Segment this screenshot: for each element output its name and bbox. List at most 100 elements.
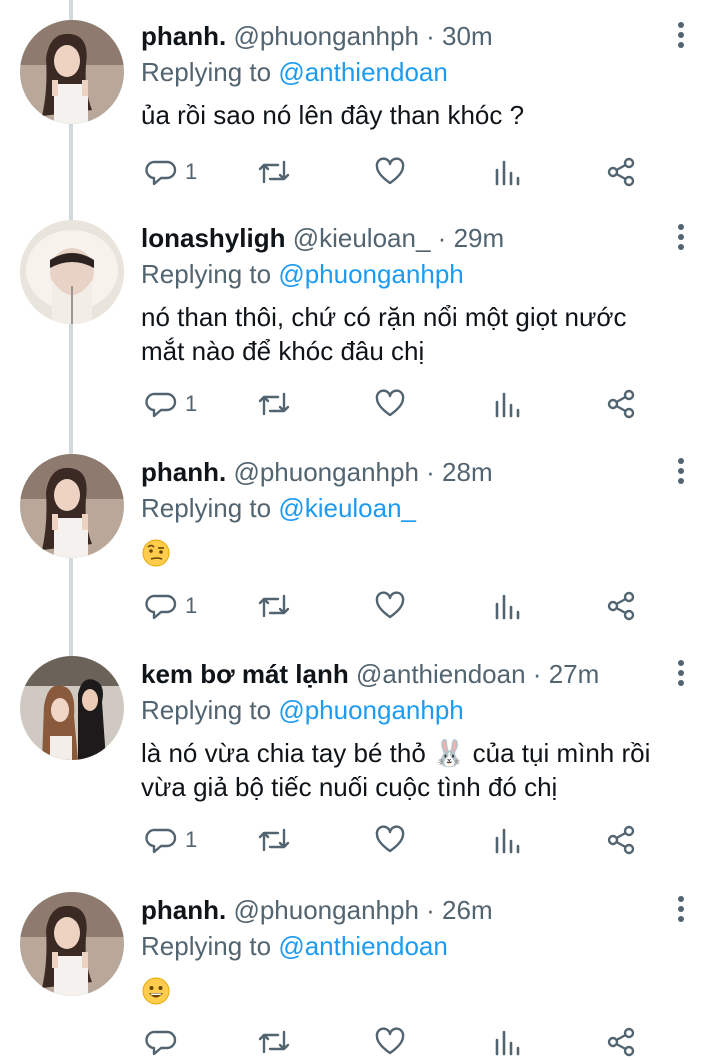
replying-label: Replying to (141, 931, 272, 961)
tweet-header: phanh. @phuonganhph · 26m (141, 892, 670, 928)
timestamp[interactable]: 30m (442, 21, 493, 51)
user-handle[interactable]: @anthiendoan (356, 659, 526, 689)
reply-count: 1 (185, 159, 198, 184)
tweet-text-line: nó than thôi, chứ có rặn nổi một giọt nư… (141, 302, 627, 332)
like-button[interactable] (374, 154, 406, 190)
more-icon[interactable] (676, 660, 686, 690)
timestamp[interactable]: 26m (442, 895, 493, 925)
share-icon (607, 157, 635, 187)
separator: · (426, 457, 435, 487)
timestamp[interactable]: 27m (549, 659, 600, 689)
more-icon[interactable] (676, 458, 686, 488)
tweet-text: nó than thôi, chứ có rặn nổi một giọt nư… (141, 300, 670, 368)
user-handle[interactable]: @kieuloan_ (293, 223, 431, 253)
share-button[interactable] (605, 588, 637, 624)
retweet-button[interactable] (256, 386, 292, 422)
replying-to-handle[interactable]: @phuonganhph (278, 695, 463, 725)
reply-button[interactable]: 1 (145, 822, 197, 858)
action-bar: 1 (141, 154, 641, 190)
display-name[interactable]: phanh. (141, 21, 226, 51)
tweet-text-line: là nó vừa chia tay bé thỏ 🐰 của tụi mình… (141, 738, 651, 768)
replying-to-handle[interactable]: @anthiendoan (278, 57, 448, 87)
reply-button[interactable] (145, 1024, 185, 1060)
separator: · (532, 659, 542, 689)
heart-icon (375, 389, 405, 417)
avatar[interactable] (20, 892, 124, 996)
retweet-button[interactable] (256, 1024, 292, 1060)
heart-icon (375, 825, 405, 853)
tweet-text: là nó vừa chia tay bé thỏ 🐰 của tụi mình… (141, 736, 670, 804)
like-button[interactable] (374, 386, 406, 422)
avatar[interactable] (20, 656, 124, 760)
retweet-icon (258, 1030, 290, 1054)
retweet-icon (258, 160, 290, 184)
reply-icon (145, 392, 177, 418)
user-handle[interactable]: @phuonganhph (233, 21, 418, 51)
stats-icon (495, 594, 520, 620)
reply-button[interactable]: 1 (145, 154, 197, 190)
avatar[interactable] (20, 454, 124, 558)
retweet-button[interactable] (256, 154, 292, 190)
replying-to: Replying to @kieuloan_ (141, 490, 670, 526)
reply-button[interactable]: 1 (145, 588, 197, 624)
action-bar: 1 (141, 588, 641, 624)
more-icon[interactable] (676, 22, 686, 52)
replying-to: Replying to @phuonganhph (141, 692, 670, 728)
replying-to-handle[interactable]: @kieuloan_ (278, 493, 416, 523)
heart-icon (375, 157, 405, 185)
stats-button[interactable] (493, 1024, 521, 1060)
replying-to-handle[interactable]: @phuonganhph (278, 259, 463, 289)
share-button[interactable] (605, 1024, 637, 1060)
retweet-icon (258, 828, 290, 852)
retweet-icon (258, 594, 290, 618)
retweet-button[interactable] (256, 822, 292, 858)
like-button[interactable] (374, 588, 406, 624)
replying-to: Replying to @anthiendoan (141, 54, 670, 90)
tweet-text (141, 534, 670, 568)
display-name[interactable]: phanh. (141, 457, 226, 487)
tweet-header: phanh. @phuonganhph · 30m (141, 18, 670, 54)
display-name[interactable]: lonashyligh (141, 223, 285, 253)
stats-icon (495, 828, 520, 854)
stats-button[interactable] (493, 386, 521, 422)
separator: · (426, 895, 435, 925)
timestamp[interactable]: 29m (454, 223, 505, 253)
stats-icon (495, 392, 520, 418)
stats-button[interactable] (493, 588, 521, 624)
tweet-text: ủa rồi sao nó lên đây than khóc ? (141, 98, 670, 132)
avatar[interactable] (20, 220, 124, 324)
display-name[interactable]: kem bơ mát lạnh (141, 659, 349, 689)
share-button[interactable] (605, 154, 637, 190)
raised-eyebrow-face-icon (142, 539, 170, 567)
share-icon (607, 1027, 635, 1057)
action-bar (141, 1024, 641, 1060)
timestamp[interactable]: 28m (442, 457, 493, 487)
reply-button[interactable]: 1 (145, 386, 197, 422)
reply-icon (145, 1030, 177, 1056)
user-handle[interactable]: @phuonganhph (233, 895, 418, 925)
replying-label: Replying to (141, 57, 272, 87)
reply-icon (145, 160, 177, 186)
like-button[interactable] (374, 822, 406, 858)
share-button[interactable] (605, 822, 637, 858)
tweet-text-line: ủa rồi sao nó lên đây than khóc ? (141, 100, 525, 130)
more-icon[interactable] (676, 224, 686, 254)
avatar[interactable] (20, 20, 124, 124)
action-bar: 1 (141, 822, 641, 858)
more-icon[interactable] (676, 896, 686, 926)
user-handle[interactable]: @phuonganhph (233, 457, 418, 487)
retweet-icon (258, 392, 290, 416)
stats-button[interactable] (493, 154, 521, 190)
retweet-button[interactable] (256, 588, 292, 624)
share-button[interactable] (605, 386, 637, 422)
stats-button[interactable] (493, 822, 521, 858)
replying-to-handle[interactable]: @anthiendoan (278, 931, 448, 961)
replying-to: Replying to @anthiendoan (141, 928, 670, 964)
tweet-header: phanh. @phuonganhph · 28m (141, 454, 670, 490)
display-name[interactable]: phanh. (141, 895, 226, 925)
grinning-face-icon (142, 977, 170, 1005)
reply-count: 1 (185, 827, 198, 852)
share-icon (607, 825, 635, 855)
like-button[interactable] (374, 1024, 406, 1060)
replying-label: Replying to (141, 695, 272, 725)
